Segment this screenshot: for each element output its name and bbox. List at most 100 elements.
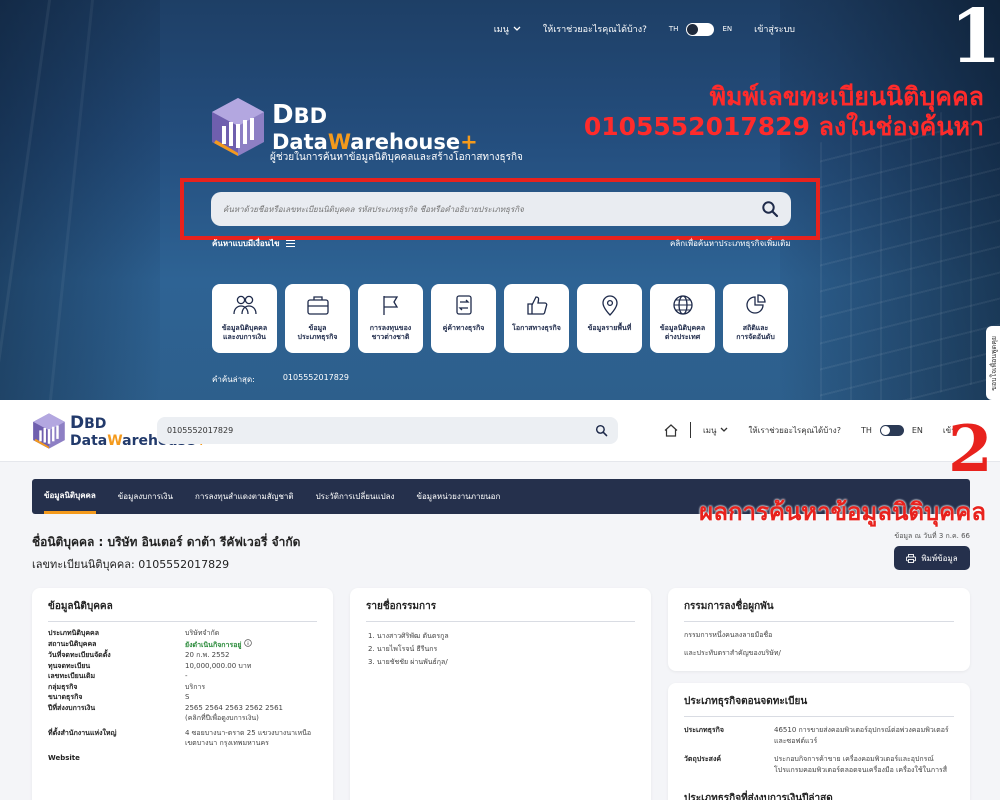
info-value: เขตบางนา กรุงเทพมหานคร [185,739,269,747]
info-value: 10,000,000.00 บาท [185,661,252,670]
nav-divider [690,422,691,438]
company-name: ชื่อนิติบุคคล : บริษัท อินเตอร์ ดาต้า รี… [32,535,301,549]
toggle-knob [880,425,890,435]
card-title: ข้อมูลนิติบุคคล [48,599,317,622]
tab-external-agency[interactable]: ข้อมูลหน่วยงานภายนอก [416,479,500,514]
main-search-bar [211,192,791,226]
language-toggle[interactable] [879,424,904,436]
card-title: รายชื่อกรรมการ [366,599,635,622]
info-key: เลขทะเบียนเดิม [48,672,96,680]
tile-label: การลงทุนของ ชาวต่างชาติ [369,324,412,342]
info-row: ขนาดธุรกิจ S [48,692,317,703]
language-toggle[interactable] [686,22,715,36]
tile-area-data[interactable]: ข้อมูลรายพื้นที่ [577,284,642,353]
menu-label: เมนู [703,425,717,435]
info-key: กลุ่มธุรกิจ [48,682,78,691]
dbd-logo[interactable]: DBD DataWarehouse+ [210,96,478,158]
language-switch[interactable]: TH EN [668,22,732,36]
location-pin-icon [601,295,618,316]
feedback-label: ขอบใจเพื่อนพูดคุย [989,335,998,391]
tile-statistics-ranking[interactable]: สถิติและ การจัดอันดับ [723,284,788,353]
menu-dropdown[interactable]: เมนู [703,424,728,437]
info-key: ปีที่ส่งงบการเงิน [48,703,96,712]
info-row: ทุนจดทะเบียน 10,000,000.00 บาท [48,661,317,672]
menu-dropdown[interactable]: เมนู [494,22,521,36]
recent-search-item[interactable]: 0105552017829 [283,373,349,386]
globe-icon [672,295,693,315]
advanced-search-link[interactable]: ค้นหาแบบมีเงื่อนไข [212,237,295,250]
flag-icon [382,296,398,315]
home-icon[interactable] [664,423,678,437]
info-icon[interactable] [244,638,252,647]
tagline: ผู้ช่วยในการค้นหาข้อมูลนิติบุคคลและสร้าง… [270,152,523,163]
info-key: ที่ตั้งสำนักงานแห่งใหญ่ [48,728,117,737]
card-title: กรรมการลงชื่อผูกพัน [684,599,954,622]
instruction-line-1: พิมพ์เลขทะเบียนนิติบุคคล [709,82,984,111]
info-key: Website [48,753,80,762]
director-item: 1. นางสาวศิริพัฒ ตันตรกูล [368,632,449,640]
background-building-windows [820,97,1000,400]
info-key [48,713,185,724]
info-value: บริษัทจำกัด [185,629,220,637]
tile-foreign-juristic[interactable]: ข้อมูลนิติบุคคล ต่างประเทศ [650,284,715,353]
advanced-search-label: ค้นหาแบบมีเงื่อนไข [212,239,280,248]
print-label: พิมพ์ข้อมูล [921,553,958,563]
tile-business-opportunity[interactable]: โอกาสทางธุรกิจ [504,284,569,353]
step-number-2: 2 [948,412,993,487]
people-icon [232,295,257,315]
instruction-line-2: 0105552017829 ลงในช่องค้นหา [583,111,984,141]
info-key: ประเภทนิติบุคคล [48,629,100,637]
tab-juristic-info[interactable]: ข้อมูลนิติบุคคล [44,479,96,514]
directors-card: รายชื่อกรรมการ 1. นางสาวศิริพัฒ ตันตรกูล… [350,588,651,800]
business-type-link[interactable]: คลิกเพื่อค้นหาประเภทธุรกิจเพิ่มเติม [670,237,791,250]
card-title: ประเภทธุรกิจตอนจดทะเบียน [684,694,954,717]
tile-business-type[interactable]: ข้อมูล ประเภทธุรกิจ [285,284,350,353]
info-row: ที่ตั้งสำนักงานแห่งใหญ่ 4 ซอยบางนา-ตราด 2… [48,728,317,739]
print-button[interactable]: พิมพ์ข้อมูล [894,546,970,570]
biz-value: ประกอบกิจการค้าขาย เครื่องคอมพิวเตอร์และ… [774,755,948,774]
tab-change-history[interactable]: ประวัติการเปลี่ยนแปลง [316,479,395,514]
info-value: - [185,672,188,680]
search-input[interactable] [167,426,595,435]
tab-financial[interactable]: ข้อมูลงบการเงิน [118,479,173,514]
tile-label: สถิติและ การจัดอันดับ [736,324,775,342]
header-navigation: เมนู ให้เราช่วยอะไรคุณได้บ้าง? TH EN เข้… [664,422,976,438]
printer-icon [906,553,917,563]
search-input[interactable] [223,204,761,214]
lang-th-label: TH [668,25,679,33]
search-icon[interactable] [595,424,608,437]
info-row: (คลิกที่ปีเพื่อดูงบการเงิน) [48,713,317,724]
biz-row: วัตถุประสงค์ ประกอบกิจการค้าขาย เครื่องคอ… [684,754,954,775]
step-number-1: 1 [950,0,1000,80]
status-text: ยังดำเนินกิจการอยู่ [185,640,242,649]
info-row: กลุ่มธุรกิจ บริการ [48,682,317,693]
tile-business-partner[interactable]: คู่ค้าทางธุรกิจ [431,284,496,353]
help-link[interactable]: ให้เราช่วยอะไรคุณได้บ้าง? [543,22,647,36]
info-value: S [185,693,190,701]
login-link[interactable]: เข้าสู่ระบบ [754,22,795,36]
info-value: (คลิกที่ปีเพื่อดูงบการเงิน) [185,714,259,722]
instruction-annotation: พิมพ์เลขทะเบียนนิติบุคคล 0105552017829 ล… [584,82,984,141]
results-screenshot: DBDDataWarehouse+ เมนู ให้เราช่วยอะไรคุณ… [0,400,1000,800]
menu-label: เมนู [493,25,509,35]
briefcase-icon [306,296,329,315]
cube-logo-icon [33,413,65,449]
financial-years-links[interactable]: 2565 2564 2563 2562 2561 [185,703,283,714]
search-icon[interactable] [761,200,779,218]
feedback-tab[interactable]: ขอบใจเพื่อนพูดคุย [986,326,1000,400]
signing-text: กรรมการหนึ่งคนลงลายมือชื่อ [684,631,773,639]
info-key: วันที่จดทะเบียนจัดตั้ง [48,651,111,659]
info-key: ขนาดธุรกิจ [48,693,83,701]
tile-label: ข้อมูลรายพื้นที่ [587,324,632,332]
tile-label: ข้อมูลนิติบุคคล และงบการเงิน [221,324,268,342]
language-switch[interactable]: TH EN [861,424,923,436]
help-link[interactable]: ให้เราช่วยอะไรคุณได้บ้าง? [748,424,840,437]
tile-foreign-investment[interactable]: การลงทุนของ ชาวต่างชาติ [358,284,423,353]
tile-juristic-financial[interactable]: ข้อมูลนิติบุคคล และงบการเงิน [212,284,277,353]
signing-authority-card: กรรมการลงชื่อผูกพัน กรรมการหนึ่งคนลงลายม… [668,588,970,671]
director-item: 2. นายไพโรจน์ ธีรีนกร [368,644,438,653]
directors-list: 1. นางสาวศิริพัฒ ตันตรกูล 2. นายไพโรจน์ … [368,630,635,669]
info-value: 20 ก.พ. 2552 [185,651,230,659]
info-row: Website [48,753,317,764]
tab-investment-nationality[interactable]: การลงทุนสำแดงตามสัญชาติ [195,479,294,514]
